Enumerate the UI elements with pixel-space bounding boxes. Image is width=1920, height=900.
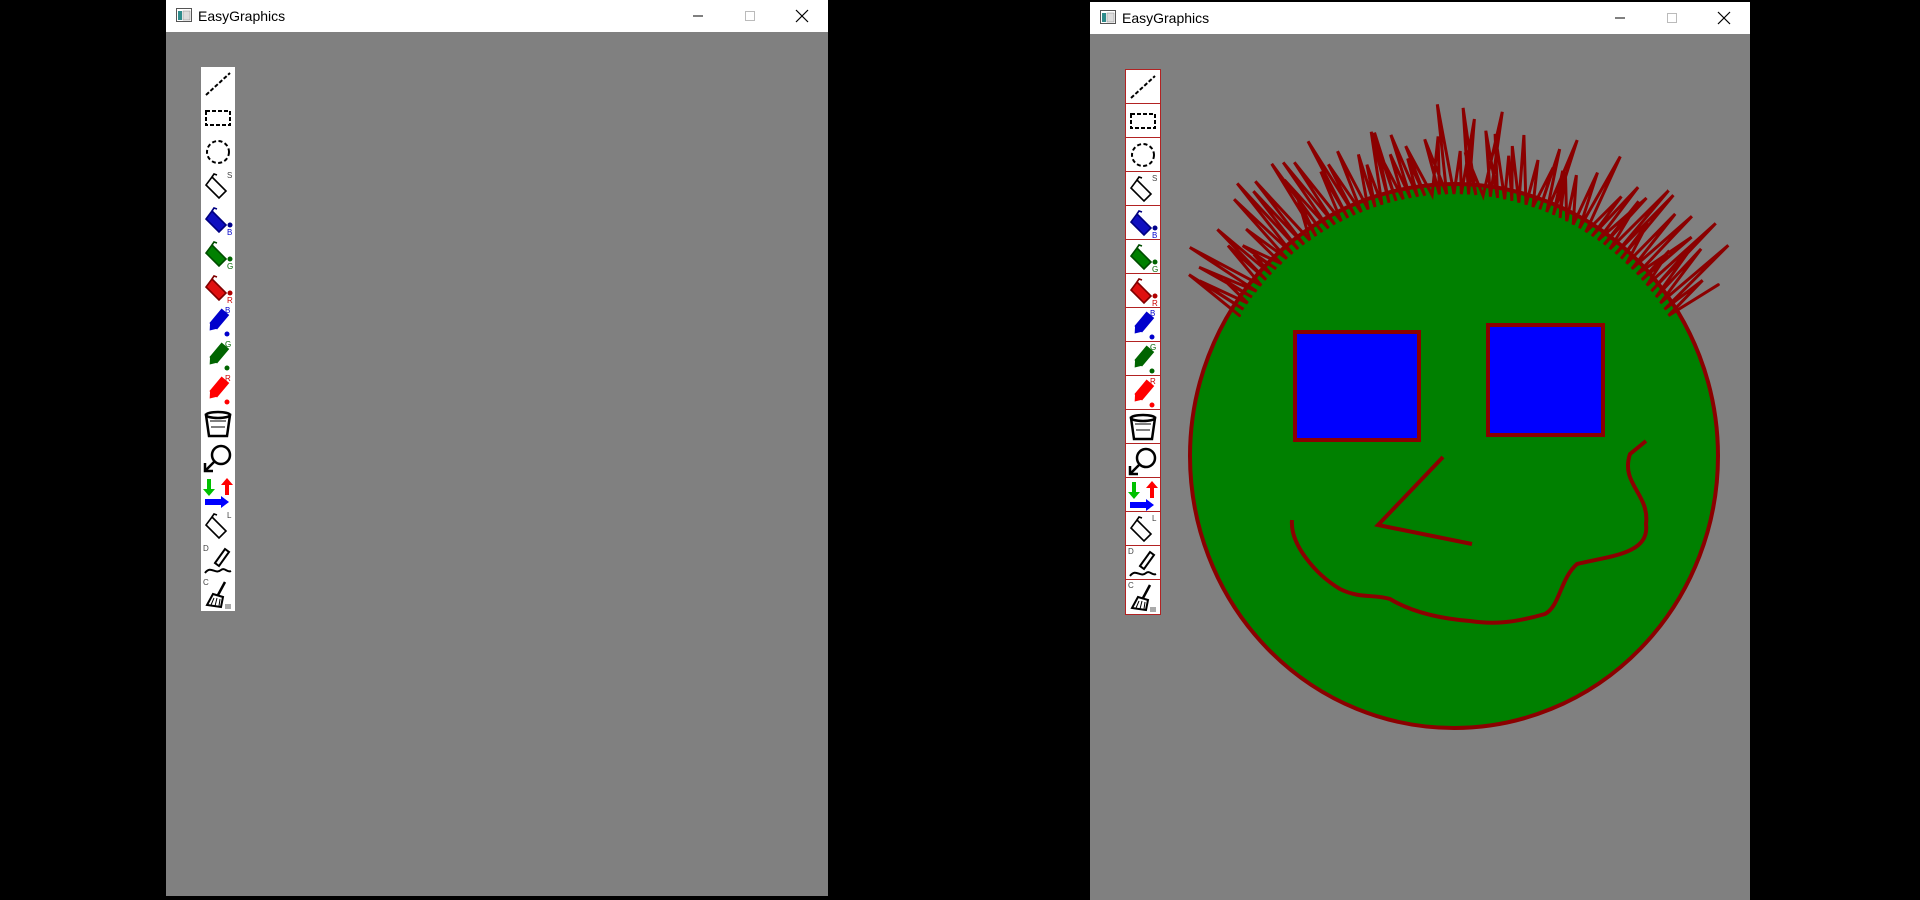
line-tool[interactable]: [1126, 70, 1160, 104]
dashed-line-icon: [205, 72, 231, 96]
tool-hotkey-label: B: [227, 228, 233, 237]
pointer-hand-icon: [203, 444, 232, 473]
tool-hotkey-label: R: [225, 374, 231, 383]
tool-palette: SBGRBGRLDC: [1125, 69, 1161, 615]
tool-hotkey-label: B: [1150, 309, 1156, 318]
close-icon: [795, 9, 809, 23]
title-bar[interactable]: EasyGraphics: [166, 0, 828, 32]
clear-tool[interactable]: C: [201, 577, 235, 611]
dashed-line-icon: [1130, 75, 1156, 99]
tool-hotkey-label: R: [227, 296, 233, 305]
tool-hotkey-label: C: [1128, 581, 1134, 590]
pointer-hand-icon: [1128, 447, 1157, 476]
import-export-tool[interactable]: [1126, 478, 1160, 512]
fill-black-tool[interactable]: S: [1126, 172, 1160, 206]
close-button[interactable]: [776, 0, 828, 32]
minimize-button[interactable]: [672, 0, 724, 32]
trash-bin-icon: [204, 410, 232, 438]
minimize-icon: [1615, 17, 1625, 19]
fill-green-tool[interactable]: G: [1126, 240, 1160, 274]
import-export-tool[interactable]: [201, 475, 235, 509]
right-eye: [1486, 323, 1605, 437]
tool-hotkey-label: G: [1152, 265, 1159, 274]
app-icon: [176, 8, 192, 22]
tool-hotkey-label: S: [227, 171, 233, 180]
app-icon: [1100, 10, 1116, 24]
select-tool[interactable]: [1126, 444, 1160, 478]
tool-hotkey-label: B: [225, 306, 231, 315]
left-eye: [1293, 330, 1421, 442]
maximize-icon: [745, 11, 755, 21]
minimize-button[interactable]: [1594, 2, 1646, 34]
ellipse-tool[interactable]: [201, 135, 235, 169]
arrows-icon: [1128, 481, 1158, 511]
fill-red-tool[interactable]: R: [201, 271, 235, 305]
drawing-canvas[interactable]: SBGRBGRLDC: [166, 32, 828, 896]
select-tool[interactable]: [201, 441, 235, 475]
trash-bin-icon: [1129, 413, 1157, 441]
dashed-circle-icon: [1131, 143, 1155, 167]
trash-tool[interactable]: [201, 407, 235, 441]
close-button[interactable]: [1698, 2, 1750, 34]
tool-hotkey-label: G: [225, 340, 232, 349]
clear-tool[interactable]: C: [1126, 580, 1160, 614]
rectangle-tool[interactable]: [1126, 104, 1160, 138]
tool-hotkey-label: D: [203, 544, 209, 553]
smiley-drawing: [1188, 104, 1730, 730]
dashed-rectangle-icon: [1130, 113, 1156, 129]
maximize-icon: [1667, 13, 1677, 23]
line-tool[interactable]: [201, 67, 235, 101]
tool-hotkey-label: L: [1152, 514, 1157, 523]
fill-blue-tool[interactable]: B: [1126, 206, 1160, 240]
freehand-tool[interactable]: D: [1126, 546, 1160, 580]
fill-red-tool[interactable]: R: [1126, 274, 1160, 308]
window-title: EasyGraphics: [198, 8, 286, 24]
tool-hotkey-label: D: [1128, 547, 1134, 556]
tool-hotkey-label: R: [1152, 299, 1158, 308]
pen-green-tool[interactable]: G: [201, 339, 235, 373]
tool-hotkey-label: R: [1150, 377, 1156, 386]
tool-hotkey-label: C: [203, 578, 209, 587]
fill-outline-tool[interactable]: L: [1126, 512, 1160, 546]
tool-hotkey-label: L: [227, 511, 232, 520]
trash-tool[interactable]: [1126, 410, 1160, 444]
tool-hotkey-label: B: [1152, 231, 1158, 240]
pen-blue-tool[interactable]: B: [1126, 308, 1160, 342]
tool-hotkey-label: G: [1150, 343, 1157, 352]
minimize-icon: [693, 15, 703, 17]
fill-outline-tool[interactable]: L: [201, 509, 235, 543]
arrows-icon: [203, 478, 233, 508]
rectangle-tool[interactable]: [201, 101, 235, 135]
maximize-button[interactable]: [1646, 2, 1698, 34]
fill-green-tool[interactable]: G: [201, 237, 235, 271]
right-window: EasyGraphics SBGRBGRLDC: [1090, 2, 1750, 900]
pen-green-tool[interactable]: G: [1126, 342, 1160, 376]
freehand-tool[interactable]: D: [201, 543, 235, 577]
title-bar[interactable]: EasyGraphics: [1090, 2, 1750, 34]
maximize-button[interactable]: [724, 0, 776, 32]
dashed-circle-icon: [206, 140, 230, 164]
ellipse-tool[interactable]: [1126, 138, 1160, 172]
pen-red-tool[interactable]: R: [1126, 376, 1160, 410]
left-window: EasyGraphics SBGRBGRLDC: [166, 0, 828, 896]
fill-black-tool[interactable]: S: [201, 169, 235, 203]
fill-blue-tool[interactable]: B: [201, 203, 235, 237]
pen-blue-tool[interactable]: B: [201, 305, 235, 339]
window-title: EasyGraphics: [1122, 10, 1210, 26]
tool-hotkey-label: G: [227, 262, 234, 271]
dashed-rectangle-icon: [205, 110, 231, 126]
tool-palette: SBGRBGRLDC: [201, 67, 235, 611]
tool-hotkey-label: S: [1152, 174, 1158, 183]
close-icon: [1717, 11, 1731, 25]
pen-red-tool[interactable]: R: [201, 373, 235, 407]
drawing-canvas[interactable]: SBGRBGRLDC: [1090, 34, 1750, 900]
